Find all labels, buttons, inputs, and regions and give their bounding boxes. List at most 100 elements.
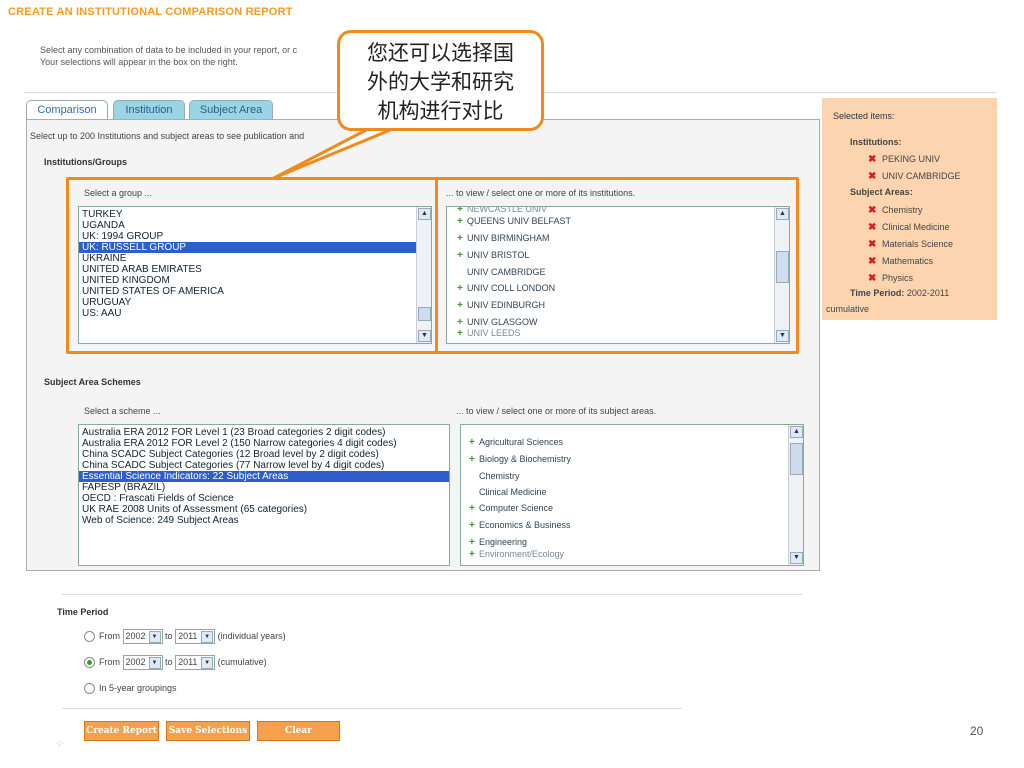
list-item: + Environment/Ecology bbox=[469, 546, 564, 563]
selected-item: ✖ UNIV CAMBRIDGE bbox=[868, 168, 961, 185]
plus-icon: + bbox=[469, 520, 475, 531]
scroll-up-icon[interactable]: ▲ bbox=[776, 208, 789, 220]
plus-icon: + bbox=[457, 233, 463, 244]
scroll-up-icon[interactable]: ▲ bbox=[790, 426, 803, 438]
scroll-thumb[interactable] bbox=[790, 443, 803, 475]
plus-icon: + bbox=[457, 250, 463, 261]
plus-icon: + bbox=[457, 283, 463, 294]
institution-listbox[interactable]: + NEWCASTLE UNIV + QUEENS UNIV BELFAST + UNI… bbox=[446, 206, 790, 344]
subject-areas-subheading: Subject Areas: bbox=[850, 187, 913, 197]
group-listbox[interactable]: TURKEY UGANDA UK: 1994 GROUP UK: RUSSELL GR… bbox=[78, 206, 432, 344]
selected-item-label: Clinical Medicine bbox=[882, 222, 950, 232]
to-year-value: 2011 bbox=[178, 631, 198, 642]
subject-item[interactable]: + Biology & Biochemistry bbox=[469, 451, 571, 468]
subject-listbox[interactable]: + Agricultural Sciences + Biology & Biochem… bbox=[460, 424, 804, 566]
subject-item[interactable]: + Computer Science bbox=[469, 500, 571, 517]
from-year-value: 2002 bbox=[125, 631, 146, 642]
plus-icon: + bbox=[469, 549, 475, 560]
tab-subject-area[interactable]: Subject Area bbox=[189, 100, 273, 119]
institution-item[interactable]: + UNIV EDINBURGH bbox=[457, 297, 571, 314]
institution-label: UNIV COLL LONDON bbox=[467, 283, 556, 293]
list-option[interactable]: UKRAINE bbox=[79, 253, 417, 264]
institution-scrollbar[interactable]: ▲ ▼ bbox=[774, 207, 789, 343]
scroll-up-icon[interactable]: ▲ bbox=[418, 208, 431, 220]
list-option[interactable]: URUGUAY bbox=[79, 297, 417, 308]
to-year-select[interactable]: 2011 ▼ bbox=[175, 655, 216, 671]
remove-icon[interactable]: ✖ bbox=[868, 220, 882, 236]
remove-icon[interactable]: ✖ bbox=[868, 203, 882, 219]
selected-item: ✖ PEKING UNIV bbox=[868, 151, 961, 168]
scheme-label: Select a scheme ... bbox=[84, 406, 161, 416]
radio-cumulative[interactable] bbox=[84, 657, 95, 669]
subject-label: Economics & Business bbox=[479, 520, 571, 530]
institution-item[interactable]: UNIV CAMBRIDGE bbox=[457, 264, 571, 280]
scheme-option[interactable]: UK RAE 2008 Units of Assessment (65 cate… bbox=[79, 504, 449, 515]
scheme-listbox[interactable]: Australia ERA 2012 FOR Level 1 (23 Broad… bbox=[78, 424, 450, 566]
list-option[interactable]: UK: 1994 GROUP bbox=[79, 231, 417, 242]
from-year-select[interactable]: 2002 ▼ bbox=[122, 629, 163, 645]
remove-icon[interactable]: ✖ bbox=[868, 237, 882, 253]
scroll-thumb[interactable] bbox=[776, 251, 789, 283]
selected-item: ✖ Physics bbox=[868, 270, 953, 287]
scheme-option[interactable]: Essential Science Indicators: 22 Subject… bbox=[79, 471, 449, 482]
list-option[interactable]: UGANDA bbox=[79, 220, 417, 231]
scheme-option[interactable]: Australia ERA 2012 FOR Level 2 (150 Narr… bbox=[79, 438, 449, 449]
radio-individual[interactable] bbox=[84, 631, 95, 643]
scheme-option[interactable]: OECD : Frascati Fields of Science bbox=[79, 493, 449, 504]
scheme-option[interactable]: China SCADC Subject Categories (77 Narro… bbox=[79, 460, 449, 471]
from-year-select[interactable]: 2002 ▼ bbox=[122, 655, 163, 671]
scroll-down-icon[interactable]: ▼ bbox=[790, 552, 803, 564]
plus-icon: + bbox=[457, 328, 463, 339]
remove-icon[interactable]: ✖ bbox=[868, 271, 882, 287]
institutions-heading: Institutions/Groups bbox=[44, 157, 127, 167]
scheme-option[interactable]: China SCADC Subject Categories (12 Broad… bbox=[79, 449, 449, 460]
subject-item[interactable]: + Agricultural Sciences bbox=[469, 434, 571, 451]
to-label: to bbox=[165, 657, 173, 667]
subject-scrollbar[interactable]: ▲ ▼ bbox=[788, 425, 803, 565]
list-option[interactable]: US: AAU bbox=[79, 308, 417, 319]
callout-line-2: 外的大学和研究 bbox=[367, 71, 514, 94]
intro-text: Select any combination of data to be inc… bbox=[40, 44, 297, 68]
subject-item[interactable]: Chemistry bbox=[469, 468, 571, 484]
list-option[interactable]: UNITED KINGDOM bbox=[79, 275, 417, 286]
subject-item[interactable]: + Economics & Business bbox=[469, 517, 571, 534]
list-option[interactable]: UK: RUSSELL GROUP bbox=[79, 242, 417, 253]
radio-5year[interactable] bbox=[84, 683, 95, 695]
time-period-summary: Time Period: 2002-2011 bbox=[850, 288, 949, 298]
selected-item-label: PEKING UNIV bbox=[882, 154, 941, 164]
list-option[interactable]: TURKEY bbox=[79, 209, 417, 220]
tab-institution[interactable]: Institution bbox=[113, 100, 185, 119]
group-scrollbar[interactable]: ▲ ▼ bbox=[416, 207, 431, 343]
list-option[interactable]: UNITED ARAB EMIRATES bbox=[79, 264, 417, 275]
clear-selections-button[interactable]: Clear Selections bbox=[257, 721, 340, 754]
remove-icon[interactable]: ✖ bbox=[868, 152, 882, 168]
callout-line-1: 您还可以选择国 bbox=[367, 42, 514, 65]
remove-icon[interactable]: ✖ bbox=[868, 169, 882, 185]
institution-list-label: ... to view / select one or more of its … bbox=[446, 188, 636, 198]
list-option[interactable]: UNITED STATES OF AMERICA bbox=[79, 286, 417, 297]
scroll-thumb[interactable] bbox=[418, 307, 431, 321]
create-report-button[interactable]: Create Report bbox=[84, 721, 159, 741]
subject-heading: Subject Area Schemes bbox=[44, 377, 141, 387]
divider bbox=[62, 594, 802, 595]
scheme-option[interactable]: Australia ERA 2012 FOR Level 1 (23 Broad… bbox=[79, 427, 449, 438]
institution-item[interactable]: + UNIV BRISTOL bbox=[457, 247, 571, 264]
institution-item[interactable]: + UNIV COLL LONDON bbox=[457, 280, 571, 297]
remove-icon[interactable]: ✖ bbox=[868, 254, 882, 270]
to-year-select[interactable]: 2011 ▼ bbox=[175, 629, 216, 645]
institution-item[interactable]: + UNIV BIRMINGHAM bbox=[457, 230, 571, 247]
scheme-option[interactable]: Web of Science: 249 Subject Areas bbox=[79, 515, 449, 526]
save-selections-button[interactable]: Save Selections bbox=[166, 721, 250, 741]
selected-items-title: Selected items: bbox=[833, 111, 895, 121]
institution-label: QUEENS UNIV BELFAST bbox=[467, 216, 572, 226]
selected-item-label: Chemistry bbox=[882, 205, 923, 215]
time-period-note: cumulative bbox=[826, 304, 870, 314]
chevron-down-icon: ▼ bbox=[201, 631, 214, 644]
tab-comparison[interactable]: Comparison bbox=[26, 100, 108, 120]
scroll-down-icon[interactable]: ▼ bbox=[418, 330, 431, 342]
selected-item-label: Materials Science bbox=[882, 239, 954, 249]
subject-item[interactable]: Clinical Medicine bbox=[469, 484, 571, 500]
institution-item[interactable]: + QUEENS UNIV BELFAST bbox=[457, 213, 571, 230]
scheme-option[interactable]: FAPESP (BRAZIL) bbox=[79, 482, 449, 493]
scroll-down-icon[interactable]: ▼ bbox=[776, 330, 789, 342]
